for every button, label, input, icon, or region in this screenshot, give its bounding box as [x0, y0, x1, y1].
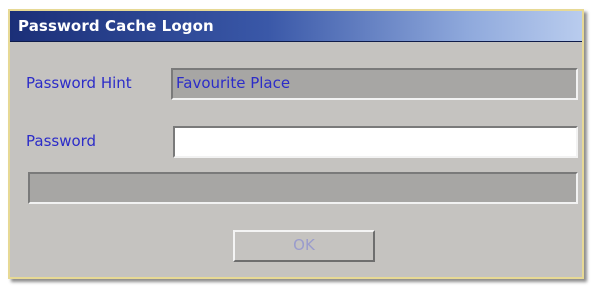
password-hint-label: Password Hint — [26, 74, 132, 92]
window-title: Password Cache Logon — [18, 17, 214, 35]
password-label: Password — [26, 132, 97, 150]
status-bar — [28, 172, 578, 204]
ok-button[interactable]: OK — [233, 230, 375, 262]
password-cache-logon-dialog: Password Cache Logon Password Hint Favou… — [8, 9, 584, 279]
title-bar[interactable]: Password Cache Logon — [10, 11, 582, 42]
password-input[interactable] — [173, 126, 578, 158]
password-hint-field: Favourite Place — [171, 68, 578, 100]
